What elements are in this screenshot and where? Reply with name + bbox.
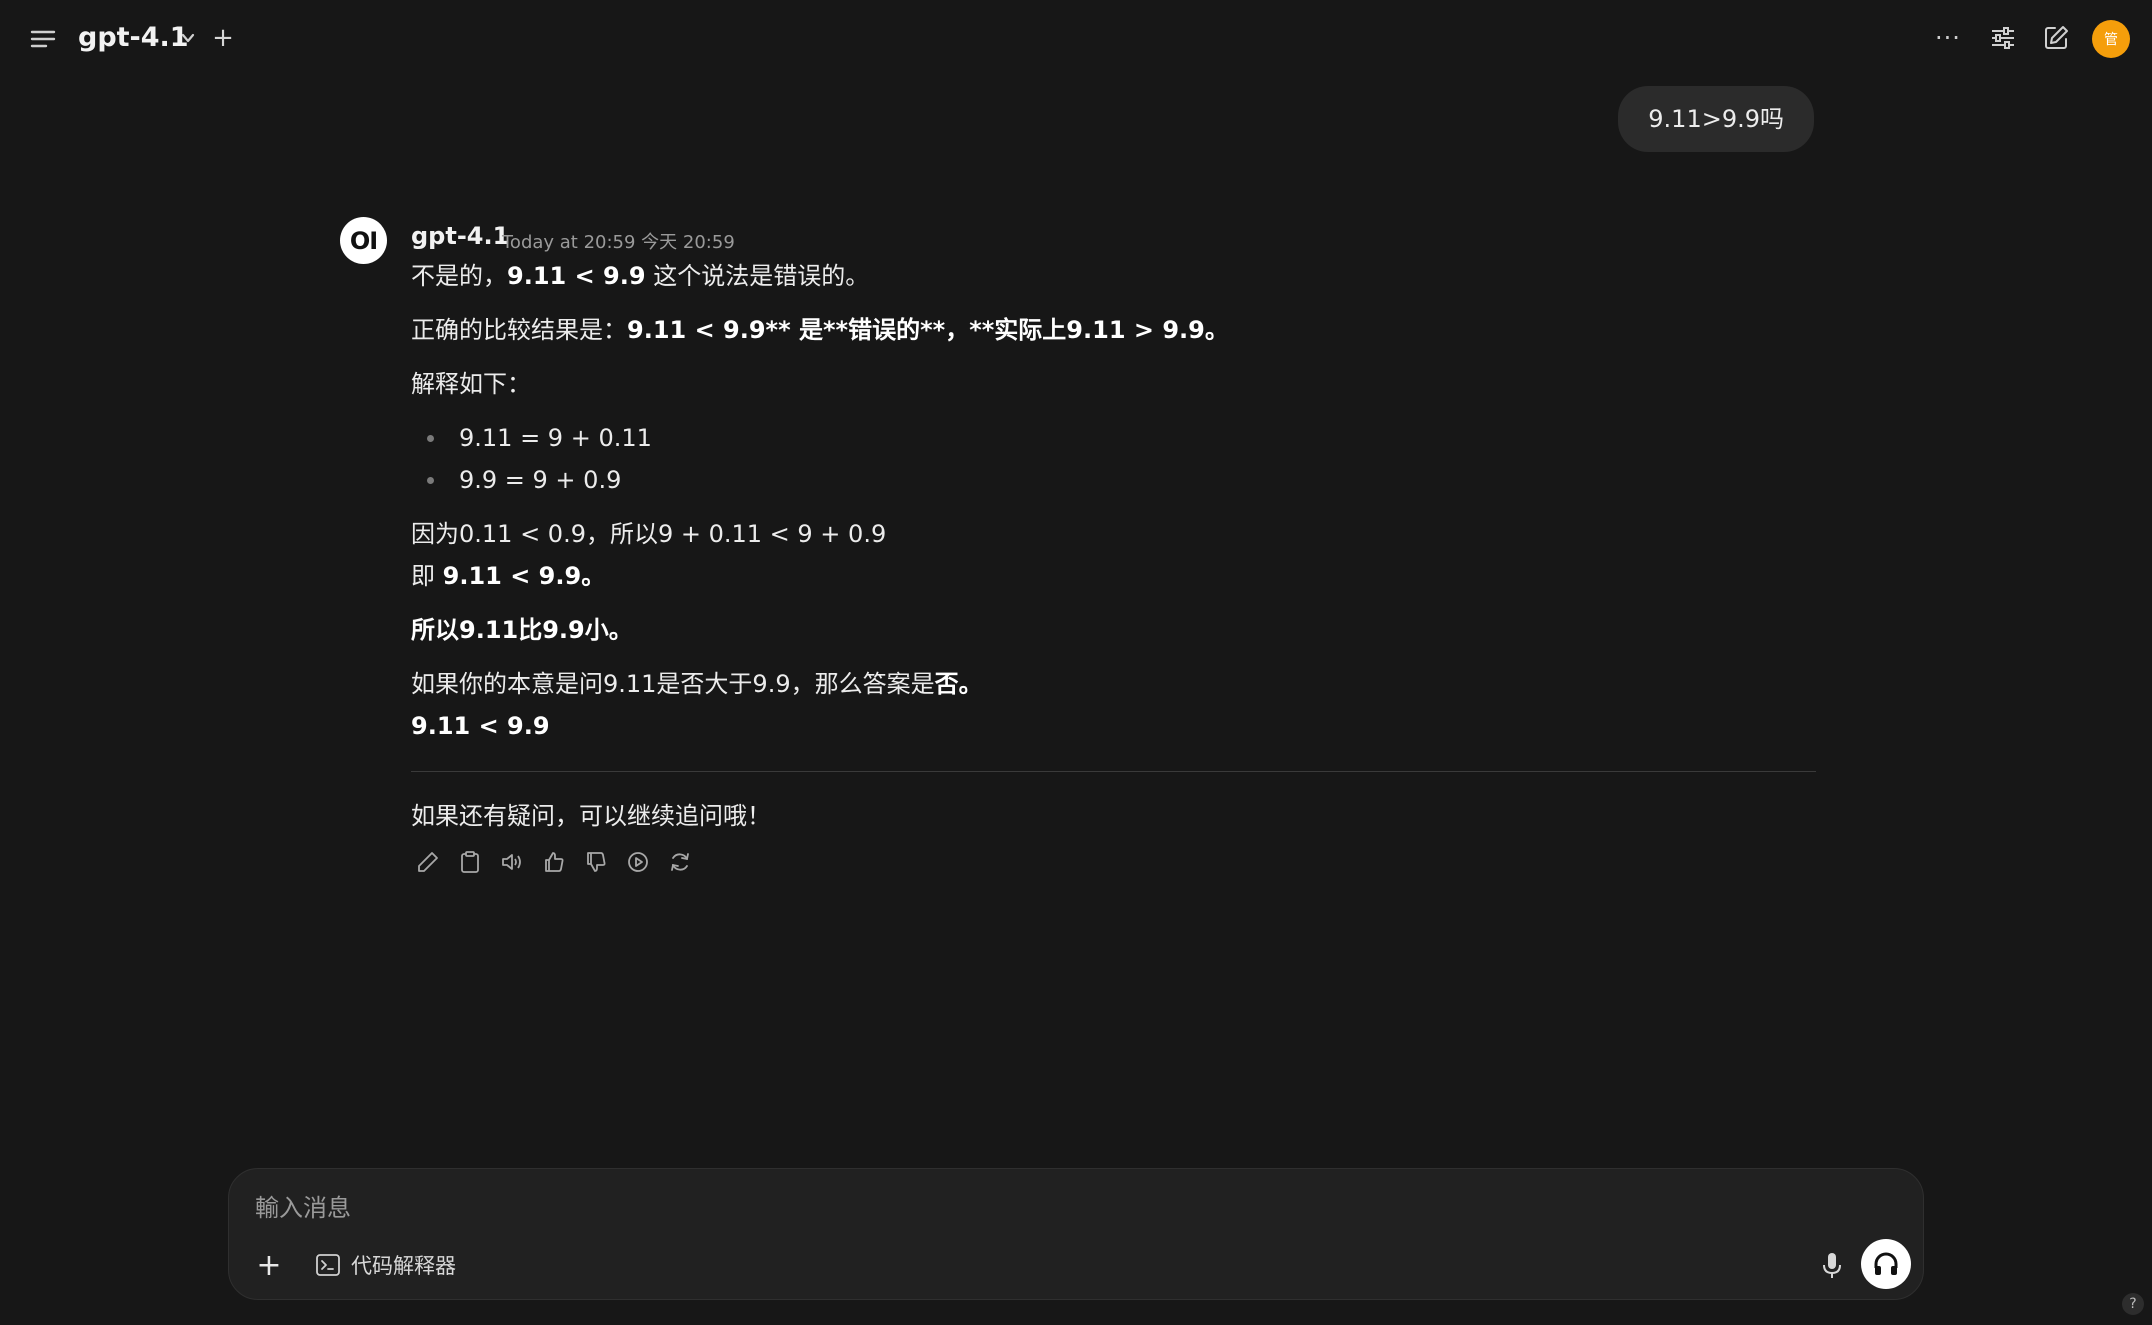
answer-paragraph: 如果还有疑问，可以继续追问哦！ (411, 802, 771, 830)
answer-paragraph: 解释如下： (411, 370, 531, 398)
thumbs-up-icon (545, 852, 564, 872)
microphone-icon (1823, 1253, 1841, 1278)
play-circle-icon (628, 852, 648, 872)
microphone-button[interactable] (1813, 1247, 1851, 1285)
thumbs-up-button[interactable] (537, 845, 571, 879)
thumbs-down-button[interactable] (579, 845, 613, 879)
answer-paragraph: 不是的，9.11 < 9.9 这个说法是错误的。 (411, 262, 870, 290)
copy-button[interactable] (453, 845, 487, 879)
answer-paragraph: 因为0.11 < 0.9，所以9 + 0.11 < 9 + 0.9 (411, 520, 887, 548)
pencil-square-icon (2045, 26, 2068, 49)
speaker-icon (502, 854, 521, 870)
message-actions (411, 845, 697, 879)
divider (411, 771, 1816, 772)
terminal-icon (316, 1254, 340, 1276)
sliders-icon (1992, 27, 2014, 49)
model-dropdown-button[interactable] (174, 24, 202, 52)
clipboard-icon (461, 851, 479, 873)
chevron-down-icon (181, 33, 195, 43)
user-message-bubble: 9.11>9.9吗 (1618, 86, 1814, 152)
model-selector[interactable]: gpt-4.1 (78, 18, 189, 58)
answer-paragraph: 即 9.11 < 9.9。 (411, 562, 606, 590)
assistant-name: gpt-4.1 (411, 222, 510, 250)
message-timestamp: Today at 20:59 今天 20:59 (502, 232, 735, 253)
assistant-avatar: OI (340, 217, 387, 264)
answer-paragraph: 所以9.11比9.9小。 (411, 616, 633, 644)
top-bar: gpt-4.1 + ··· 管 (0, 0, 2152, 78)
chat-page: gpt-4.1 + ··· 管 9.11>9.9吗 OI gpt-4.1 Tod… (0, 0, 2152, 1325)
help-button[interactable]: ? (2122, 1293, 2144, 1315)
sidebar-toggle-button[interactable] (26, 22, 60, 56)
add-model-button[interactable]: + (208, 22, 238, 54)
continue-button[interactable] (621, 845, 655, 879)
bullet-dot (427, 477, 434, 484)
list-item: 9.9 = 9 + 0.9 (459, 466, 622, 494)
message-input[interactable] (253, 1187, 1857, 1229)
code-interpreter-label: 代码解释器 (351, 1254, 456, 1278)
bullet-dot (427, 435, 434, 442)
message-composer: + 代码解释器 (228, 1168, 1924, 1300)
answer-paragraph: 正确的比较结果是：9.11 < 9.9** 是**错误的**，**实际上9.11… (411, 316, 1229, 344)
list-item: 9.11 = 9 + 0.11 (459, 424, 652, 452)
thumbs-down-icon (587, 852, 606, 872)
code-interpreter-toggle[interactable]: 代码解释器 (315, 1247, 456, 1283)
answer-paragraph: 9.11 < 9.9 (411, 712, 550, 740)
controls-button[interactable] (1985, 20, 2021, 56)
attach-button[interactable]: + (249, 1245, 289, 1285)
user-avatar[interactable]: 管 (2092, 20, 2130, 58)
voice-mode-button[interactable] (1861, 1239, 1911, 1289)
regenerate-button[interactable] (663, 845, 697, 879)
answer-paragraph: 如果你的本意是问9.11是否大于9.9，那么答案是否。 (411, 670, 983, 698)
pencil-icon (418, 852, 438, 872)
read-aloud-button[interactable] (495, 845, 529, 879)
menu-icon (30, 30, 56, 48)
headphones-icon (1874, 1252, 1898, 1275)
more-options-button[interactable]: ··· (1930, 22, 1966, 54)
new-chat-button[interactable] (2038, 20, 2074, 56)
edit-button[interactable] (411, 845, 445, 879)
refresh-icon (671, 853, 689, 871)
